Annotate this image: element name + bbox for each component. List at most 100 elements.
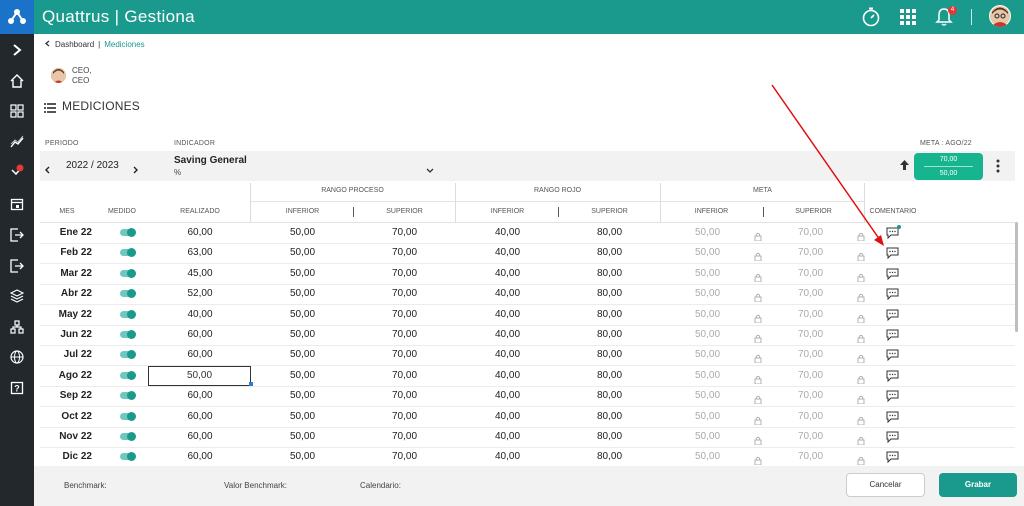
rp-inferior-cell: 50,00: [289, 227, 316, 238]
meta-inferior-cell: 50,00: [694, 309, 721, 320]
logout-icon[interactable]: [0, 251, 34, 281]
realizado-cell[interactable]: 60,00: [170, 345, 230, 365]
rr-inferior-cell: 40,00: [494, 309, 521, 320]
comment-icon[interactable]: [886, 246, 899, 260]
meta-inferior-cell: 50,00: [694, 390, 721, 401]
comment-icon[interactable]: [886, 430, 899, 444]
mes-cell: Sep 22: [59, 390, 92, 401]
comment-icon[interactable]: [886, 287, 899, 301]
medido-toggle[interactable]: [120, 330, 136, 339]
periodo-label: PERIODO: [45, 140, 79, 147]
medido-toggle[interactable]: [120, 371, 136, 380]
lock-icon: [857, 452, 865, 466]
medido-toggle[interactable]: [120, 391, 136, 400]
app-title: Quattrus | Gestiona: [42, 7, 195, 26]
medido-toggle[interactable]: [120, 269, 136, 278]
meta-upper: 70,00: [939, 156, 958, 163]
trend-chart-icon[interactable]: [0, 127, 34, 157]
medido-toggle[interactable]: [120, 248, 136, 257]
cancel-button[interactable]: Cancelar: [846, 473, 925, 497]
realizado-cell[interactable]: 60,00: [170, 223, 230, 243]
divider: [455, 183, 456, 222]
rp-inferior-cell: 50,00: [289, 431, 316, 442]
realizado-cell[interactable]: 60,00: [170, 407, 230, 427]
comment-indicator-dot: [897, 225, 901, 229]
comment-icon[interactable]: [886, 348, 899, 362]
rr-superior-cell: 80,00: [596, 247, 623, 258]
alert-indicator-icon[interactable]: [0, 156, 34, 186]
medido-toggle[interactable]: [120, 452, 136, 461]
col-inferior-rojo: INFERIOR: [490, 208, 525, 215]
table-row: Ene 22 60,00 50,00 70,00 40,00 80,00 50,00 70,0…: [40, 223, 1015, 244]
stopwatch-icon[interactable]: [860, 6, 882, 28]
comment-icon[interactable]: [886, 389, 899, 403]
comment-icon[interactable]: [886, 410, 899, 424]
realizado-input[interactable]: 50,00: [148, 366, 251, 386]
comment-icon[interactable]: [886, 369, 899, 383]
medido-toggle[interactable]: [120, 289, 136, 298]
table-row: Jul 22 60,00 50,00 70,00 40,00 80,00 50,00 70,0…: [40, 345, 1015, 366]
col-superior-meta: SUPERIOR: [795, 208, 832, 215]
lock-icon: [857, 432, 865, 446]
medido-toggle[interactable]: [120, 412, 136, 421]
globe-icon[interactable]: [0, 342, 34, 372]
table-scrollbar[interactable]: [1015, 222, 1018, 332]
meta-inferior-cell: 50,00: [694, 247, 721, 258]
rp-inferior-cell: 50,00: [289, 247, 316, 258]
realizado-cell[interactable]: 40,00: [170, 305, 230, 325]
next-period-chevron-icon[interactable]: [132, 161, 139, 179]
realizado-cell[interactable]: 60,00: [170, 325, 230, 345]
medido-toggle[interactable]: [120, 310, 136, 319]
quattrus-logo-icon[interactable]: [0, 0, 34, 34]
back-chevron-icon[interactable]: [44, 40, 51, 49]
user-avatar[interactable]: [989, 5, 1011, 27]
medido-toggle[interactable]: [120, 228, 136, 237]
meta-inferior-cell: 50,00: [694, 268, 721, 279]
org-chart-icon[interactable]: [0, 312, 34, 342]
divider: [251, 201, 864, 202]
medido-toggle[interactable]: [120, 350, 136, 359]
expand-chevron-icon[interactable]: [0, 35, 34, 65]
rp-superior-cell: 70,00: [391, 247, 418, 258]
lock-icon: [857, 228, 865, 242]
more-options-icon[interactable]: [995, 159, 1001, 178]
meta-inferior-cell: 50,00: [694, 349, 721, 360]
top-bar: Quattrus | Gestiona 4: [0, 0, 1024, 34]
realizado-cell[interactable]: 52,00: [170, 284, 230, 304]
calendar-icon[interactable]: [0, 189, 34, 219]
comment-icon[interactable]: [886, 267, 899, 281]
export-icon[interactable]: [0, 220, 34, 250]
realizado-cell[interactable]: 60,00: [170, 386, 230, 406]
comment-icon[interactable]: [886, 308, 899, 322]
help-icon[interactable]: ?: [0, 373, 34, 403]
home-icon[interactable]: [0, 66, 34, 96]
realizado-cell[interactable]: 63,00: [170, 243, 230, 263]
rp-inferior-cell: 50,00: [289, 309, 316, 320]
layers-icon[interactable]: [0, 281, 34, 311]
medido-toggle[interactable]: [120, 432, 136, 441]
rr-inferior-cell: 40,00: [494, 411, 521, 422]
meta-superior-cell: 70,00: [797, 247, 824, 258]
realizado-cell[interactable]: 45,00: [170, 264, 230, 284]
rr-inferior-cell: 40,00: [494, 247, 521, 258]
chevron-down-icon[interactable]: [426, 161, 434, 179]
save-button[interactable]: Grabar: [939, 473, 1017, 497]
dashboard-icon[interactable]: [0, 96, 34, 126]
indicator-select[interactable]: Saving General: [174, 155, 247, 166]
lock-icon: [857, 350, 865, 364]
prev-period-chevron-icon[interactable]: [44, 161, 51, 179]
apps-grid-icon[interactable]: [897, 6, 919, 28]
comment-icon[interactable]: [886, 450, 899, 464]
rr-superior-cell: 80,00: [596, 227, 623, 238]
realizado-cell[interactable]: 60,00: [170, 427, 230, 447]
realizado-cell[interactable]: 60,00: [170, 447, 230, 467]
col-inferior-meta: INFERIOR: [694, 208, 729, 215]
comment-icon[interactable]: [886, 328, 899, 342]
col-comentario: COMENTARIO: [869, 208, 917, 215]
lock-icon: [754, 289, 762, 303]
ceo-avatar: [51, 68, 66, 83]
topbar-divider: [971, 9, 972, 25]
meta-superior-cell: 70,00: [797, 431, 824, 442]
breadcrumb-dashboard-link[interactable]: Dashboard: [55, 40, 94, 49]
mes-cell: Dic 22: [62, 451, 92, 462]
